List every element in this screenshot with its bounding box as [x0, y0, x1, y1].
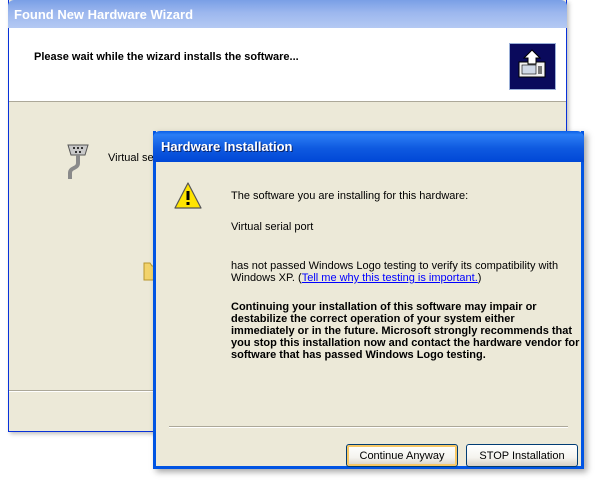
serial-port-icon	[64, 141, 92, 181]
wizard-header: Please wait while the wizard installs th…	[9, 28, 566, 102]
dialog-title-bar[interactable]: Hardware Installation	[153, 131, 584, 162]
warning-message: Continuing your installation of this sof…	[231, 301, 580, 361]
continue-anyway-button[interactable]: Continue Anyway	[346, 444, 458, 467]
logo-text-after: )	[477, 272, 482, 284]
wizard-heading: Please wait while the wizard installs th…	[34, 51, 299, 63]
dialog-title: Hardware Installation	[161, 139, 293, 154]
wizard-title-bar[interactable]: Found New Hardware Wizard	[8, 0, 567, 28]
hardware-installation-dialog: Hardware Installation The software you a…	[153, 131, 584, 469]
warning-icon	[173, 181, 203, 211]
logo-testing-link[interactable]: Tell me why this testing is important.	[302, 272, 478, 284]
device-label: Virtual se	[108, 152, 154, 164]
wizard-title: Found New Hardware Wizard	[14, 7, 194, 22]
device-name: Virtual serial port	[231, 221, 314, 233]
dialog-separator	[169, 426, 568, 428]
logo-testing-text: has not passed Windows Logo testing to v…	[231, 260, 581, 284]
hardware-wizard-icon	[509, 43, 556, 90]
stop-installation-button[interactable]: STOP Installation	[466, 444, 578, 467]
dialog-intro-text: The software you are installing for this…	[231, 190, 469, 202]
